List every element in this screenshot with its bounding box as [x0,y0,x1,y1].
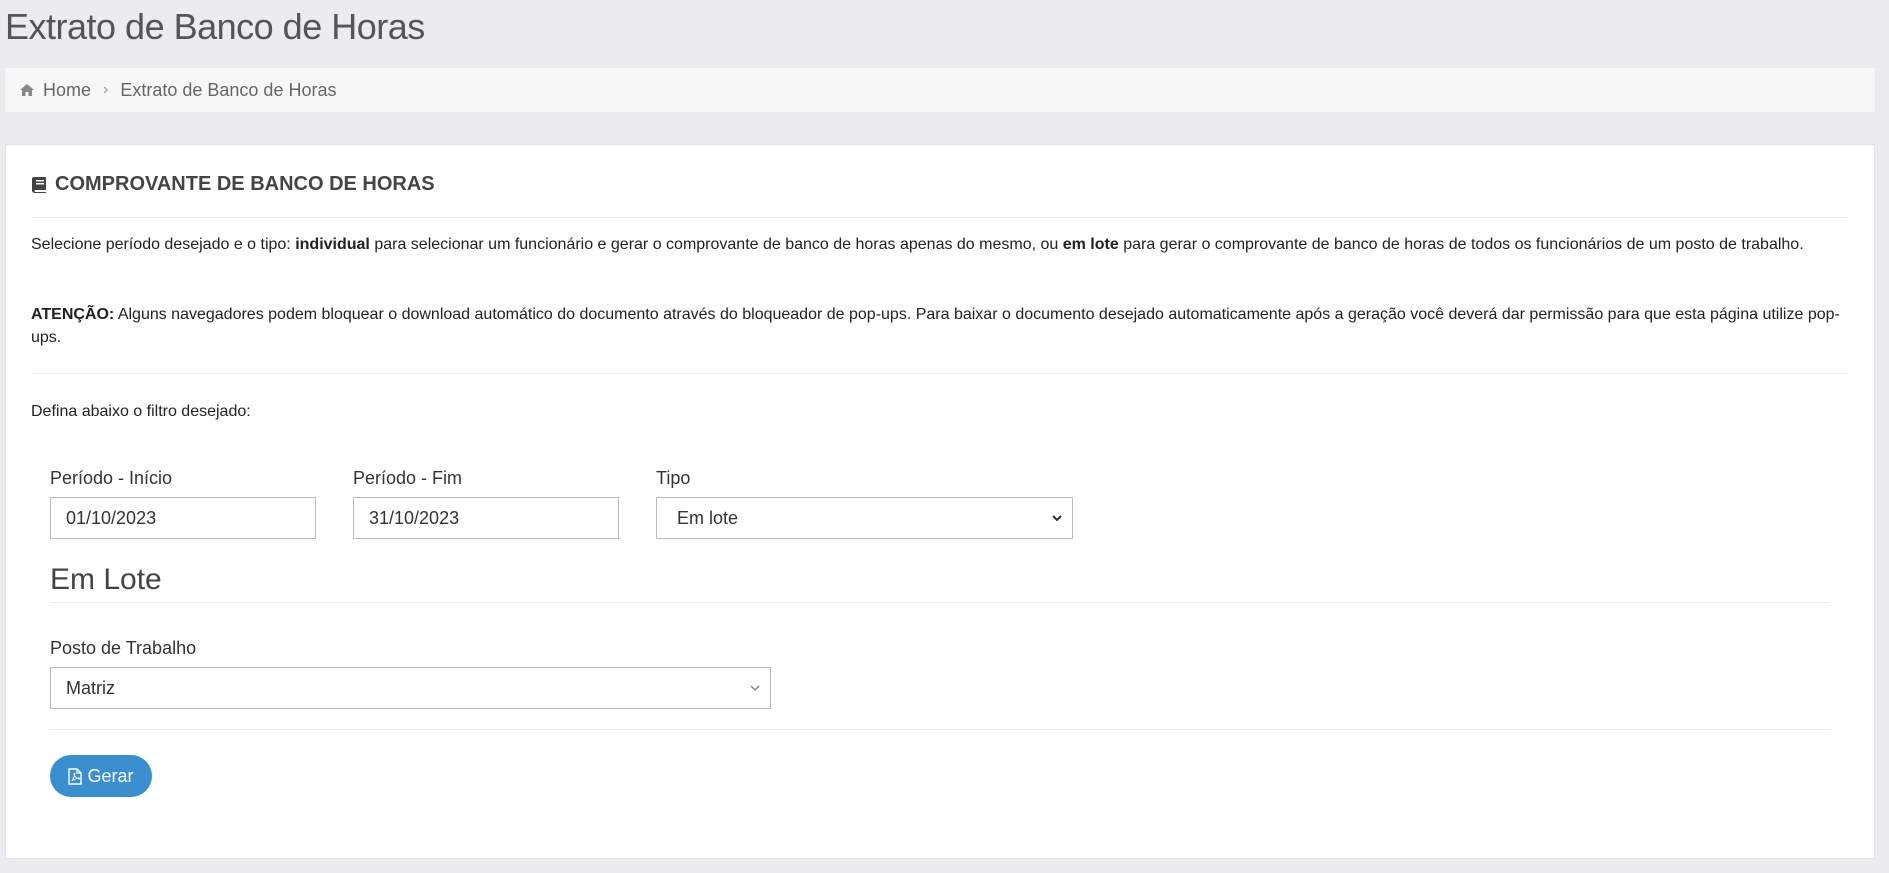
generate-button[interactable]: Gerar [50,755,152,797]
breadcrumb: Home › Extrato de Banco de Horas [5,68,1875,112]
page-title: Extrato de Banco de Horas [5,6,425,47]
section-heading: Em Lote [50,563,162,596]
home-icon [20,84,34,96]
divider [31,217,1849,218]
type-select-value: Em lote [677,507,739,528]
panel-title: COMPROVANTE DE BANCO DE HORAS [31,173,435,196]
file-pdf-icon [68,767,83,785]
breadcrumb-current: Extrato de Banco de Horas [120,79,337,100]
divider [50,729,1830,730]
chevron-down-icon [750,685,760,692]
divider [31,373,1849,374]
start-date-input[interactable]: 01/10/2023 [50,497,316,539]
panel-title-text: COMPROVANTE DE BANCO DE HORAS [55,173,435,195]
intro-paragraph: Selecione período desejado e o tipo: ind… [31,236,1804,253]
book-icon [32,176,46,193]
warning-paragraph: ATENÇÃO: Alguns navegadores podem bloque… [31,306,1840,346]
type-label: Tipo [656,468,691,488]
generate-button-label: Gerar [87,765,134,786]
post-label: Posto de Trabalho [50,638,197,658]
post-select-value: Matriz [66,677,115,698]
breadcrumb-home-link[interactable]: Home [43,80,91,101]
divider [50,602,1830,603]
chevron-right-icon: › [103,81,109,98]
type-select[interactable]: Em lote [656,497,1073,539]
chevron-down-icon [1052,515,1062,522]
post-select[interactable]: Matriz [50,667,771,709]
end-date-input[interactable]: 31/10/2023 [353,497,619,539]
start-date-label: Período - Início [50,468,173,488]
end-date-label: Período - Fim [353,468,463,488]
receipt-panel: COMPROVANTE DE BANCO DE HORAS Selecione … [5,144,1875,859]
filter-prompt: Defina abaixo o filtro desejado: [31,403,251,420]
